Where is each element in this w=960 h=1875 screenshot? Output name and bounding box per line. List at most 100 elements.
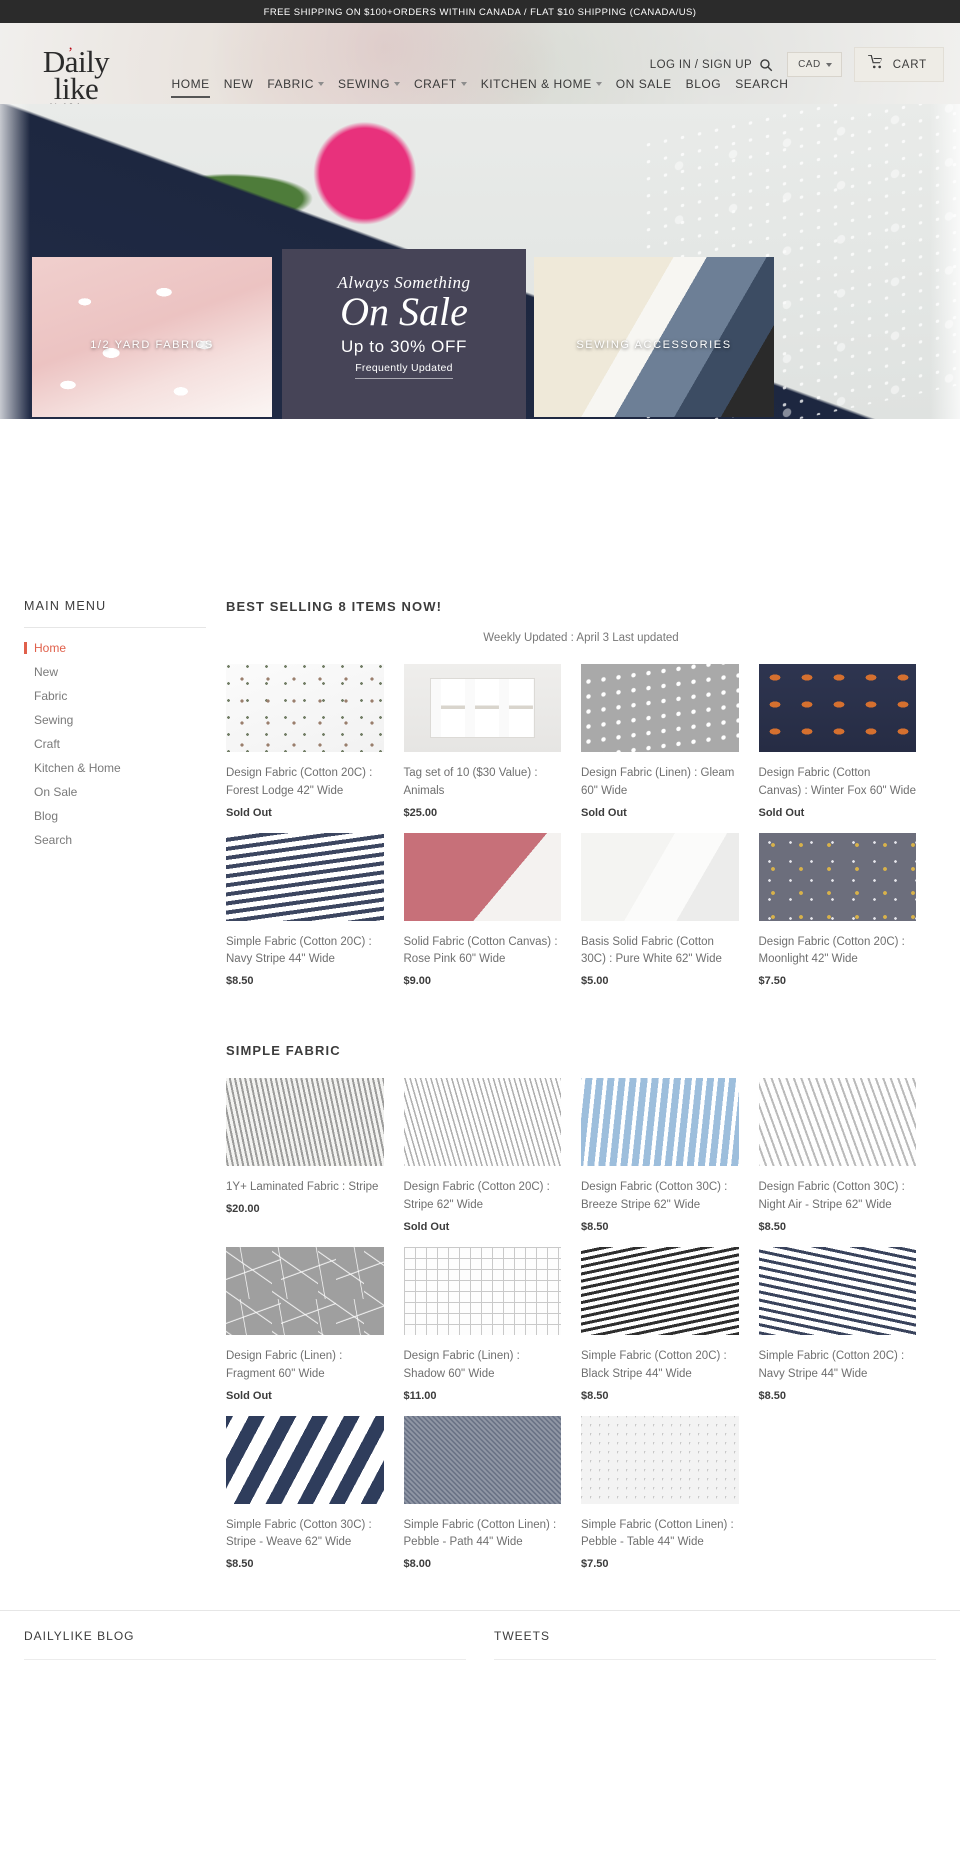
- product-price: $20.00: [226, 1203, 260, 1216]
- product-card[interactable]: 1Y+ Laminated Fabric : Stripe $20.00: [226, 1078, 404, 1233]
- sidebar-item-new[interactable]: New: [24, 660, 206, 684]
- product-card[interactable]: Design Fabric (Cotton Canvas) : Winter F…: [758, 664, 937, 819]
- page-body: MAIN MENU Home New Fabric Sewing Craft K…: [0, 579, 960, 1584]
- chevron-down-icon: [393, 82, 400, 86]
- search-icon[interactable]: [759, 58, 773, 72]
- sidebar-item-fabric[interactable]: Fabric: [24, 684, 206, 708]
- sidebar-item-on-sale[interactable]: On Sale: [24, 780, 206, 804]
- product-card[interactable]: Simple Fabric (Cotton 20C) : Navy Stripe…: [226, 832, 404, 987]
- best-selling-update-note: Weekly Updated : April 3 Last updated: [483, 632, 679, 644]
- promo-tile-on-sale[interactable]: Always Something On Sale Up to 30% OFF F…: [282, 249, 526, 419]
- nav-item-home[interactable]: HOME: [171, 77, 210, 98]
- sidebar-item-sewing[interactable]: Sewing: [24, 708, 206, 732]
- nav-item-fabric[interactable]: FABRIC: [267, 77, 324, 98]
- product-price: Sold Out: [581, 806, 627, 819]
- product-card[interactable]: Tag set of 10 ($30 Value) : Animals $25.0…: [403, 664, 582, 819]
- product-thumbnail[interactable]: [581, 1078, 739, 1167]
- product-title: Simple Fabric (Cotton 30C) : Stripe - We…: [226, 1518, 372, 1549]
- sidebar-item-craft[interactable]: Craft: [24, 732, 206, 756]
- product-thumbnail[interactable]: [581, 1415, 739, 1504]
- product-card[interactable]: Simple Fabric (Cotton Linen) : Pebble - …: [581, 1415, 759, 1571]
- sale-line-4: Frequently Updated: [355, 362, 453, 379]
- sidebar-item-kitchen-and-home[interactable]: Kitchen & Home: [24, 756, 206, 780]
- nav-label: NEW: [223, 77, 254, 91]
- product-thumbnail[interactable]: [403, 1078, 561, 1167]
- currency-selector[interactable]: CAD: [787, 52, 842, 77]
- product-price: $9.00: [403, 975, 432, 988]
- main-navigation: HOME NEW FABRIC SEWING CRAFT KITCHEN & H…: [0, 77, 960, 98]
- product-card[interactable]: Design Fabric (Linen) : Shadow 60" Wide $…: [403, 1246, 582, 1402]
- product-card[interactable]: Simple Fabric (Cotton 30C) : Stripe - We…: [226, 1415, 404, 1570]
- product-thumbnail[interactable]: [226, 832, 384, 921]
- promo-tile-half-yard-fabrics[interactable]: 1/2 YARD FABRICS: [32, 257, 272, 417]
- product-price: $8.00: [403, 1558, 432, 1571]
- nav-label: HOME: [171, 77, 210, 91]
- product-thumbnail[interactable]: [226, 1415, 384, 1504]
- product-title: Simple Fabric (Cotton 20C) : Black Strip…: [581, 1349, 727, 1380]
- nav-item-on-sale[interactable]: ON SALE: [616, 77, 672, 98]
- product-title: Design Fabric (Cotton 30C) : Night Air -…: [758, 1181, 905, 1212]
- product-thumbnail[interactable]: [226, 1246, 384, 1335]
- nav-item-sewing[interactable]: SEWING: [338, 77, 400, 98]
- sidebar-item-search[interactable]: Search: [24, 828, 206, 852]
- product-thumbnail[interactable]: [581, 664, 739, 752]
- nav-item-craft[interactable]: CRAFT: [414, 77, 467, 98]
- nav-item-new[interactable]: NEW: [224, 77, 254, 98]
- product-thumbnail[interactable]: [758, 1078, 916, 1167]
- promo-tile-label: SEWING ACCESSORIES: [576, 339, 732, 351]
- product-card[interactable]: Design Fabric (Linen) : Fragment 60" Wid…: [226, 1246, 404, 1402]
- announcement-bar: FREE SHIPPING ON $100+ORDERS WITHIN CANA…: [0, 0, 960, 23]
- best-selling-heading: BEST SELLING 8 ITEMS NOW!: [226, 599, 443, 614]
- promo-tile-sewing-accessories[interactable]: SEWING ACCESSORIES: [534, 257, 774, 417]
- product-price: $8.50: [581, 1220, 609, 1233]
- product-card[interactable]: Simple Fabric (Cotton Linen) : Pebble - …: [403, 1415, 582, 1571]
- sidebar-menu: Home New Fabric Sewing Craft Kitchen & H…: [24, 628, 206, 852]
- product-thumbnail[interactable]: [226, 664, 384, 752]
- product-title: Design Fabric (Cotton 20C) : Forest Lodg…: [226, 767, 373, 797]
- product-thumbnail[interactable]: [226, 1078, 384, 1167]
- product-card[interactable]: Design Fabric (Cotton 20C) : Stripe 62" …: [403, 1078, 582, 1233]
- nav-item-blog[interactable]: BLOG: [686, 77, 722, 98]
- product-price: Sold Out: [403, 1220, 450, 1233]
- login-signup-link[interactable]: LOG IN / SIGN UP: [650, 59, 752, 71]
- simple-fabric-product-grid: 1Y+ Laminated Fabric : Stripe $20.00 Desig…: [226, 1078, 936, 1584]
- product-title: Basis Solid Fabric (Cotton 30C) : Pure W…: [581, 935, 722, 966]
- product-title: Simple Fabric (Cotton 20C) : Navy Stripe…: [758, 1349, 905, 1380]
- product-card[interactable]: Design Fabric (Linen) : Gleam 60" Wide So…: [581, 664, 759, 819]
- sidebar-item-blog[interactable]: Blog: [24, 804, 206, 828]
- logo-apostrophe-mark: ’: [68, 45, 73, 61]
- product-price: $8.50: [581, 1389, 609, 1402]
- product-title: Simple Fabric (Cotton Linen) : Pebble - …: [581, 1518, 734, 1549]
- product-thumbnail[interactable]: [758, 1246, 916, 1335]
- product-title: Design Fabric (Cotton 20C) : Moonlight 4…: [758, 935, 905, 966]
- sidebar-title: MAIN MENU: [24, 591, 206, 628]
- product-card[interactable]: Design Fabric (Cotton 30C) : Breeze Stri…: [581, 1078, 759, 1233]
- product-card[interactable]: Solid Fabric (Cotton Canvas) : Rose Pink…: [403, 832, 582, 988]
- product-card[interactable]: Design Fabric (Cotton 30C) : Night Air -…: [758, 1078, 937, 1233]
- currency-value: CAD: [798, 59, 821, 70]
- product-thumbnail[interactable]: [581, 832, 739, 921]
- sale-line-3: Up to 30% OFF: [341, 337, 467, 356]
- product-card[interactable]: Simple Fabric (Cotton 20C) : Navy Stripe…: [758, 1246, 937, 1402]
- product-card[interactable]: Design Fabric (Cotton 20C) : Forest Lodg…: [226, 664, 404, 819]
- product-thumbnail[interactable]: [403, 832, 561, 921]
- product-price: Sold Out: [758, 806, 805, 819]
- nav-item-kitchen-and-home[interactable]: KITCHEN & HOME: [481, 77, 602, 98]
- cart-label: CART: [892, 58, 927, 71]
- product-thumbnail[interactable]: [758, 664, 916, 752]
- product-price: $8.50: [758, 1389, 787, 1402]
- sidebar-item-home[interactable]: Home: [24, 636, 206, 660]
- product-thumbnail[interactable]: [581, 1246, 739, 1335]
- product-thumbnail[interactable]: [758, 832, 916, 921]
- footer-panels: DAILYLIKE BLOG TWEETS: [0, 1610, 960, 1674]
- product-thumbnail[interactable]: [403, 664, 561, 752]
- simple-fabric-heading: SIMPLE FABRIC: [226, 1043, 341, 1059]
- nav-item-search[interactable]: SEARCH: [735, 77, 788, 98]
- main-content: BEST SELLING 8 ITEMS NOW! Weekly Updated…: [206, 579, 936, 1584]
- product-card[interactable]: Basis Solid Fabric (Cotton 30C) : Pure W…: [581, 832, 759, 987]
- product-price: $7.50: [581, 1558, 609, 1571]
- product-thumbnail[interactable]: [403, 1415, 561, 1504]
- product-card[interactable]: Design Fabric (Cotton 20C) : Moonlight 4…: [758, 832, 937, 987]
- product-card[interactable]: Simple Fabric (Cotton 20C) : Black Strip…: [581, 1246, 759, 1402]
- product-thumbnail[interactable]: [403, 1246, 561, 1335]
